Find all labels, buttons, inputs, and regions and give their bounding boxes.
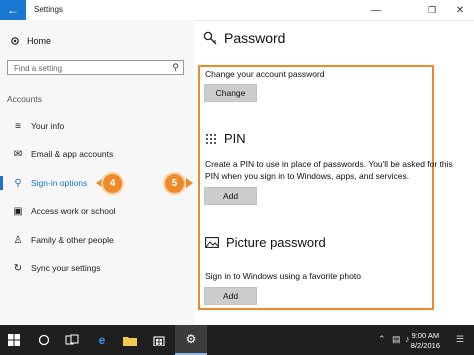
sidebar-item-family[interactable]: ♙ Family & other people [0, 231, 194, 249]
sidebar-item-label: Email & app accounts [31, 149, 114, 159]
page-title: Password [224, 30, 286, 46]
store-bag-icon [153, 336, 165, 346]
title-bar: ← Settings — ❐ ✕ [0, 0, 474, 21]
key-icon: ⚲ [14, 177, 22, 189]
minimize-icon: — [371, 4, 381, 16]
folder-icon [123, 336, 137, 346]
sidebar: Home Find a setting ⚲ Accounts ≡ Your in… [0, 20, 194, 325]
mail-icon: ✉ [13, 148, 23, 160]
pin-description-line-1: Create a PIN to use in place of password… [205, 159, 453, 169]
callout-5-pointer [186, 178, 193, 188]
section-label-accounts: Accounts [7, 94, 42, 104]
action-center-icon[interactable]: ☰ [456, 334, 464, 345]
task-view-button[interactable] [58, 325, 86, 355]
sidebar-item-label: Sign-in options [31, 178, 88, 188]
briefcase-icon: ▣ [13, 205, 23, 217]
callout-4-pointer [96, 178, 103, 188]
search-input[interactable]: Find a setting ⚲ [7, 60, 184, 75]
close-button[interactable]: ✕ [446, 0, 474, 20]
sidebar-item-label: Sync your settings [31, 263, 101, 273]
start-button[interactable] [0, 325, 28, 355]
task-view-icon [65, 334, 79, 345]
sidebar-item-label: Family & other people [31, 235, 114, 245]
password-description: Change your account password [205, 69, 325, 79]
pin-header: PIN [205, 131, 246, 146]
sidebar-item-sync[interactable]: ↻ Sync your settings [0, 259, 194, 277]
edge-browser-button[interactable]: e [88, 325, 116, 355]
volume-icon[interactable]: ♪ [405, 334, 410, 344]
picture-password-title: Picture password [226, 235, 326, 250]
maximize-icon: ❐ [427, 4, 437, 15]
clock-date: 8/2/2016 [410, 341, 440, 350]
search-icon: ⚲ [172, 62, 179, 72]
minimize-button[interactable]: — [362, 0, 390, 20]
home-link[interactable]: Home [10, 36, 51, 46]
back-button[interactable]: ← [0, 0, 26, 20]
picture-password-description: Sign in to Windows using a favorite phot… [205, 271, 361, 281]
maximize-button[interactable]: ❐ [418, 0, 446, 20]
sidebar-item-email-accounts[interactable]: ✉ Email & app accounts [0, 145, 194, 163]
cortana-button[interactable] [30, 325, 58, 355]
sidebar-item-your-info[interactable]: ≡ Your info [0, 117, 194, 135]
sidebar-item-work-school[interactable]: ▣ Access work or school [0, 202, 194, 220]
clock-time: 9:00 AM [411, 331, 440, 340]
callout-badge-5: 5 [165, 174, 184, 193]
pin-description-line-2: PIN when you sign in to Windows, apps, a… [205, 171, 410, 181]
pin-title: PIN [224, 131, 246, 146]
key-icon [203, 31, 217, 44]
gear-icon [11, 37, 19, 45]
taskbar: e ⚙ ⌃ ▤ ♪ 9:00 AM 8/2/2016 ☰ [0, 325, 474, 355]
file-explorer-button[interactable] [116, 325, 144, 355]
pin-keypad-icon [206, 133, 216, 144]
close-icon: ✕ [455, 4, 465, 16]
change-password-button[interactable]: Change [204, 84, 257, 102]
search-placeholder: Find a setting [14, 64, 63, 73]
cortana-circle-icon [38, 334, 50, 346]
settings-taskbar-button[interactable]: ⚙ [175, 325, 207, 355]
network-icon[interactable]: ▤ [392, 334, 401, 345]
sidebar-item-label: Access work or school [31, 206, 116, 216]
add-pin-button[interactable]: Add [204, 187, 257, 205]
person-list-icon: ≡ [15, 120, 21, 132]
add-picture-password-button[interactable]: Add [204, 287, 257, 305]
picture-password-header: Picture password [205, 235, 326, 250]
edge-icon: e [98, 333, 106, 347]
picture-icon [205, 237, 219, 248]
active-indicator [0, 176, 3, 190]
page-header: Password [203, 30, 285, 46]
windows-logo-icon [8, 334, 20, 346]
chevron-up-icon[interactable]: ⌃ [378, 334, 386, 345]
clock[interactable]: 9:00 AM 8/2/2016 [411, 331, 440, 351]
back-arrow-icon: ← [7, 3, 19, 17]
sidebar-item-label: Your info [31, 121, 65, 131]
people-icon: ♙ [13, 234, 23, 246]
window-title: Settings [34, 5, 63, 14]
sync-icon: ↻ [13, 262, 23, 274]
home-label: Home [27, 36, 52, 46]
store-button[interactable] [145, 325, 173, 355]
callout-badge-4: 4 [103, 174, 122, 193]
gear-icon: ⚙ [185, 332, 197, 346]
